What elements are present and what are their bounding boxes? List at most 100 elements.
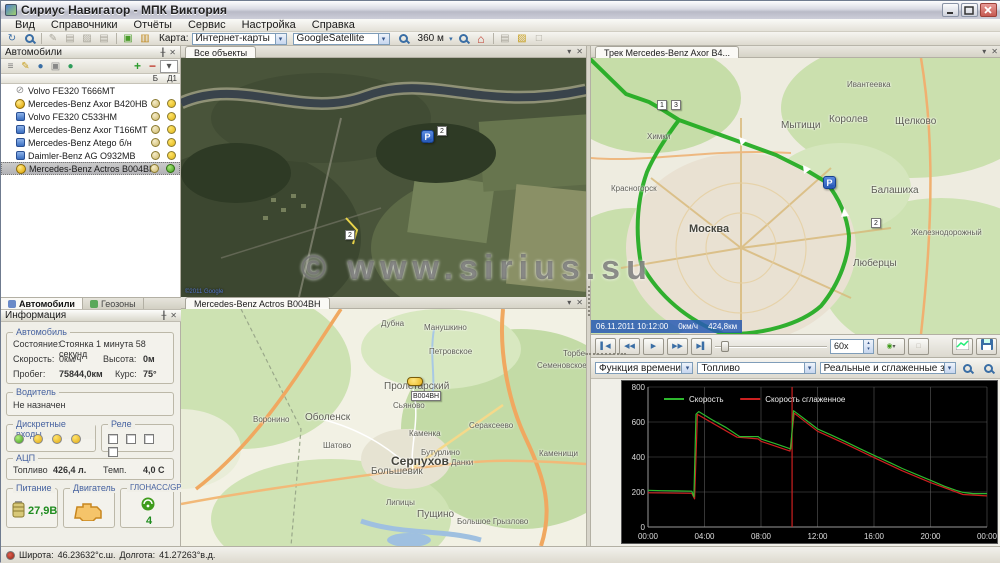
track-point-badge[interactable]: 2 bbox=[871, 218, 881, 228]
menu-item[interactable]: Справочники bbox=[43, 19, 126, 32]
chart-zoom-in-icon[interactable] bbox=[960, 362, 976, 374]
track-map[interactable]: ХимкиИвантеевкаМытищиКоролевЩелковоКрасн… bbox=[591, 58, 1000, 334]
empty-icon[interactable]: □ bbox=[531, 33, 547, 45]
map-provider-combo[interactable]: GoogleSatellite▾ bbox=[293, 33, 390, 45]
status-dot bbox=[151, 138, 160, 147]
forward-button[interactable]: ▶▶ bbox=[667, 338, 688, 355]
svg-text:Скорость: Скорость bbox=[689, 395, 724, 404]
vehicle-marker[interactable] bbox=[407, 377, 423, 386]
minimize-button[interactable] bbox=[942, 3, 959, 17]
satellite-tabstrip: Все объекты ▾ ✕ bbox=[181, 46, 586, 58]
info-panel-title: Информация bbox=[5, 310, 161, 321]
map-label: Манушкино bbox=[424, 323, 467, 332]
vehicles-list: ⊘Volvo FE320 Т666МТMercedes-Benz Axor В4… bbox=[1, 84, 180, 297]
pane-close-icon[interactable]: ✕ bbox=[991, 47, 998, 56]
vehicle-row[interactable]: Daimler-Benz AG О932МВ bbox=[1, 149, 180, 162]
relay-checkbox[interactable] bbox=[108, 434, 118, 444]
menu-item[interactable]: Вид bbox=[7, 19, 43, 32]
vehicle-icon[interactable]: ▣ bbox=[120, 33, 136, 45]
function-combo[interactable]: Функция времени▾ bbox=[595, 362, 693, 374]
pane-close-icon[interactable]: ✕ bbox=[576, 47, 583, 56]
maximize-button[interactable] bbox=[961, 3, 978, 17]
track-point-badge[interactable]: 1 bbox=[657, 100, 667, 110]
edit-icon[interactable]: ✎ bbox=[45, 33, 61, 45]
vehicle-row[interactable]: Mercedes-Benz Axor В420НВ bbox=[1, 97, 180, 110]
vehicle-row[interactable]: Mercedes-Benz Actros В004ВН bbox=[1, 162, 180, 175]
menu-item[interactable]: Настройка bbox=[234, 19, 304, 32]
vehicle-row[interactable]: Volvo FE320 С533НМ bbox=[1, 110, 180, 123]
vehicle-map-tabstrip: Mercedes-Benz Actros В004ВН ▾ ✕ bbox=[181, 297, 586, 309]
relay-checkbox[interactable] bbox=[108, 447, 118, 457]
add-icon[interactable]: + bbox=[130, 60, 145, 73]
map-attribution: ©2011 Google bbox=[185, 289, 223, 295]
zoom-scale[interactable]: 360 м bbox=[418, 33, 444, 44]
parameter-combo[interactable]: Топливо▾ bbox=[697, 362, 815, 374]
marker-badge[interactable]: 2 bbox=[437, 126, 447, 136]
globe-icon[interactable]: ● bbox=[33, 60, 48, 73]
view-dropdown-icon[interactable]: ▾ bbox=[160, 60, 178, 73]
active-vehicle-icon bbox=[16, 164, 26, 174]
camera-icon[interactable]: ▣ bbox=[48, 60, 63, 73]
playback-speed-spinbox[interactable]: 60x▴▾ bbox=[830, 339, 874, 354]
home-icon[interactable]: ⌂ bbox=[473, 33, 489, 45]
vehicle-row[interactable]: Mercedes-Benz Atego б/н bbox=[1, 136, 180, 149]
refresh-icon[interactable]: ↻ bbox=[4, 33, 20, 45]
map-source-combo[interactable]: Интернет-карты▾ bbox=[192, 33, 287, 45]
layout-icon[interactable]: ▤ bbox=[497, 33, 513, 45]
columns-icon[interactable]: ▤ bbox=[96, 33, 112, 45]
tab-all-objects[interactable]: Все объекты bbox=[185, 46, 256, 58]
vehicle-plate-badge[interactable]: В004ВН bbox=[411, 391, 441, 401]
track-position-slider[interactable] bbox=[715, 338, 827, 355]
zoom-out-icon[interactable] bbox=[456, 33, 472, 45]
pane-dropdown-icon[interactable]: ▾ bbox=[567, 47, 571, 56]
group-engine-title: Двигатель bbox=[70, 483, 118, 493]
menu-item[interactable]: Отчёты bbox=[126, 19, 180, 32]
sort-icon[interactable]: ≡ bbox=[3, 60, 18, 73]
vehicle-row[interactable]: ⊘Volvo FE320 Т666МТ bbox=[1, 84, 180, 97]
fuel-chart[interactable]: 00:0004:0008:0012:0016:0020:0000:0002004… bbox=[621, 380, 998, 544]
chart-icon[interactable]: ▥ bbox=[137, 33, 153, 45]
tab-track[interactable]: Трек Mercedes-Benz Axor B4... bbox=[595, 46, 739, 58]
tab-vehicle-map[interactable]: Mercedes-Benz Actros В004ВН bbox=[185, 297, 330, 309]
relay-checkbox[interactable] bbox=[126, 434, 136, 444]
pane-dropdown-icon[interactable]: ▾ bbox=[982, 47, 986, 56]
zoom-in-icon[interactable] bbox=[396, 33, 412, 45]
save-button[interactable] bbox=[976, 338, 997, 355]
menu-item[interactable]: Справка bbox=[304, 19, 363, 32]
mode-combo[interactable]: Реальные и сглаженные значения▾ bbox=[820, 362, 956, 374]
globe-green-icon[interactable]: ● bbox=[63, 60, 78, 73]
relay-checkbox[interactable] bbox=[144, 434, 154, 444]
edit-vehicle-icon[interactable]: ✎ bbox=[18, 60, 33, 73]
vehicle-row[interactable]: Mercedes-Benz Axor Т166МТ bbox=[1, 123, 180, 136]
close-button[interactable] bbox=[980, 3, 997, 17]
skip-end-button[interactable]: ▶▌ bbox=[691, 338, 712, 355]
search-icon[interactable] bbox=[21, 33, 37, 45]
rewind-button[interactable]: ◀◀ bbox=[619, 338, 640, 355]
pane-dropdown-icon[interactable]: ▾ bbox=[567, 298, 571, 307]
copy-icon[interactable]: ▨ bbox=[79, 33, 95, 45]
chart-zoom-out-icon[interactable] bbox=[980, 362, 996, 374]
parking-marker[interactable]: P bbox=[421, 130, 434, 143]
menu-item[interactable]: Сервис bbox=[180, 19, 234, 32]
remove-icon[interactable]: − bbox=[145, 60, 160, 73]
report-icon[interactable]: ▤ bbox=[62, 33, 78, 45]
marker-badge-2[interactable]: 2 bbox=[345, 230, 355, 240]
poi-button[interactable]: ◉▾ bbox=[877, 338, 905, 355]
pin-icon[interactable]: ╂ bbox=[160, 48, 165, 57]
pane-close-icon[interactable]: ✕ bbox=[576, 298, 583, 307]
horizontal-splitter[interactable] bbox=[586, 353, 626, 355]
track-point-badge[interactable]: 3 bbox=[671, 100, 681, 110]
close-panel-icon[interactable]: ✕ bbox=[169, 48, 176, 57]
vehicle-map[interactable]: ДубнаМанушкиноПетровскоеПролетарскийСьян… bbox=[181, 309, 586, 546]
selection-button[interactable]: □ bbox=[908, 338, 929, 355]
svg-text:200: 200 bbox=[632, 488, 646, 497]
notes-icon[interactable]: ▨ bbox=[514, 33, 530, 45]
scale-dropdown-icon[interactable]: ▾ bbox=[447, 33, 455, 45]
play-button[interactable]: ▶ bbox=[643, 338, 664, 355]
satellite-map[interactable]: P 2 2 ©2011 Google bbox=[181, 58, 586, 297]
track-parking-marker[interactable]: P bbox=[823, 176, 836, 189]
chart-button[interactable] bbox=[952, 338, 973, 355]
info-close-icon[interactable]: ✕ bbox=[170, 311, 177, 320]
skip-start-button[interactable]: ▌◀ bbox=[595, 338, 616, 355]
info-pin-icon[interactable]: ╂ bbox=[161, 311, 166, 320]
